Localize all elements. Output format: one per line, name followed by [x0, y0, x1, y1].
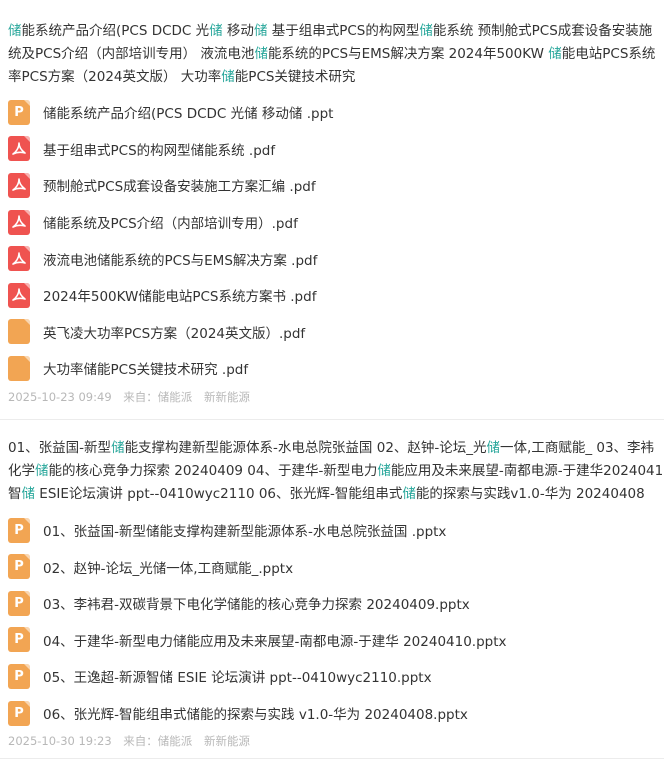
title-text: 率PCS方案（2024英文版） 大功率 — [8, 69, 222, 85]
attachment-name: 03、李袆君-双碳背景下电化学储能的核心竞争力探索 20240409.pptx — [43, 597, 470, 614]
attachment-name: 01、张益国-新型储能支撑构建新型能源体系-水电总院张益国 .pptx — [43, 524, 447, 541]
post-title-line: 率PCS方案（2024英文版） 大功率储能PCS关键技术研究 — [0, 66, 664, 89]
title-text: 能电站PCS系统 — [561, 46, 656, 62]
ppt-file-icon: P — [8, 590, 30, 616]
post-source[interactable]: 来自：储能派 — [123, 734, 192, 748]
post-title-line: 智储 ESIE论坛演讲 ppt--0410wyc2110 06、张光辉-智能组串… — [0, 483, 664, 506]
pdf-file-icon — [8, 282, 30, 308]
post-card: 01、张益国-新型储能支撑构建新型能源体系-水电总院张益国 02、赵钟-论坛_光… — [0, 420, 664, 759]
attachment-name: 04、于建华-新型电力储能应用及未来展望-南都电源-于建华 20240410.p… — [43, 633, 507, 650]
title-text: 能支撑构建新型能源体系-水电总院张益国 02、赵钟-论坛_光 — [124, 439, 487, 456]
post-title[interactable]: 储能系统产品介绍(PCS DCDC 光储 移动储 基于组串式PCS的构网型储能系… — [0, 0, 664, 89]
ppt-file-icon: P — [8, 627, 30, 653]
post-title[interactable]: 01、张益国-新型储能支撑构建新型能源体系-水电总院张益国 02、赵钟-论坛_光… — [0, 420, 664, 506]
attachment-name: 预制舱式PCS成套设备安装施工方案汇编 .pdf — [43, 179, 316, 196]
title-text: 能系统 预制舱式PCS成套设备安装施 — [432, 23, 653, 39]
post-title-line: 储能系统产品介绍(PCS DCDC 光储 移动储 基于组串式PCS的构网型储能系… — [0, 0, 664, 43]
pdf-glyph-icon — [12, 288, 26, 302]
post-title-line: 统及PCS介绍（内部培训专用） 液流电池储能系统的PCS与EMS解决方案 202… — [0, 43, 664, 66]
keyword-highlight: 储 — [402, 485, 416, 502]
attachment-list: P 01、张益国-新型储能支撑构建新型能源体系-水电总院张益国 .pptx P 02… — [0, 512, 664, 732]
attachment-list: P 储能系统产品介绍(PCS DCDC 光储 移动储 .ppt 基于组串式PCS的… — [0, 94, 664, 387]
pdf-glyph-icon — [12, 251, 26, 265]
keyword-highlight: 储 — [221, 69, 235, 85]
post-source[interactable]: 来自：储能派 — [123, 390, 192, 404]
keyword-highlight: 储 — [486, 439, 501, 456]
pdf-file-icon — [8, 209, 30, 235]
attachment-name: 液流电池储能系统的PCS与EMS解决方案 .pdf — [43, 252, 318, 269]
keyword-highlight: 储 — [209, 23, 223, 39]
post-title-line: 化学储能的核心竞争力探索 20240409 04、于建华-新型电力储能应用及未来… — [0, 460, 664, 483]
keyword-highlight: 储 — [35, 462, 49, 479]
attachment-name: 基于组串式PCS的构网型储能系统 .pdf — [43, 142, 276, 159]
pdf-glyph-icon — [12, 215, 26, 228]
pdf-glyph-icon — [12, 142, 26, 155]
attachment-name: 储能系统及PCS介绍（内部培训专用）.pdf — [43, 216, 298, 233]
post-card: 储能系统产品介绍(PCS DCDC 光储 移动储 基于组串式PCS的构网型储能系… — [0, 0, 664, 420]
attachment-item[interactable]: P 03、李袆君-双碳背景下电化学储能的核心竞争力探索 20240409.pptx — [0, 585, 664, 622]
ppt-file-icon: P — [8, 554, 30, 580]
attachment-item[interactable]: 液流电池储能系统的PCS与EMS解决方案 .pdf — [0, 240, 664, 277]
title-text: 01、张益国-新型 — [8, 439, 112, 456]
attachment-name: 英飞凌大功率PCS方案（2024英文版）.pdf — [43, 325, 306, 342]
title-text: 能的核心竞争力探索 20240409 04、于建华-新型电力 — [48, 462, 378, 479]
attachment-name: 06、张光辉-智能组串式储能的探索与实践 v1.0-华为 20240408.pp… — [43, 707, 468, 724]
attachment-item[interactable]: P 06、张光辉-智能组串式储能的探索与实践 v1.0-华为 20240408.p… — [0, 695, 664, 732]
keyword-highlight: 储 — [111, 439, 125, 456]
attachment-item[interactable]: P 04、于建华-新型电力储能应用及未来展望-南都电源-于建华 20240410.… — [0, 622, 664, 659]
attachment-item[interactable]: P 05、王逸超-新源智储 ESIE 论坛演讲 ppt--0410wyc2110.… — [0, 658, 664, 695]
keyword-highlight: 储 — [8, 23, 22, 39]
title-text: 一体,工商赋能_ 03、李袆 — [500, 439, 655, 456]
feed: 储能系统产品介绍(PCS DCDC 光储 移动储 基于组串式PCS的构网型储能系… — [0, 0, 664, 759]
title-text: 能系统的PCS与EMS解决方案 2024年500KW — [267, 46, 549, 62]
attachment-item[interactable]: P 储能系统产品介绍(PCS DCDC 光储 移动储 .ppt — [0, 94, 664, 131]
ppt-file-icon — [8, 319, 30, 345]
ppt-file-icon — [8, 355, 30, 381]
attachment-item[interactable]: 储能系统及PCS介绍（内部培训专用）.pdf — [0, 204, 664, 241]
pdf-file-icon — [8, 172, 30, 198]
attachment-item[interactable]: 英飞凌大功率PCS方案（2024英文版）.pdf — [0, 314, 664, 351]
attachment-name: 大功率储能PCS关键技术研究 .pdf — [43, 362, 249, 379]
post-tag[interactable]: 新新能源 — [204, 734, 250, 748]
post-tag[interactable]: 新新能源 — [204, 390, 250, 404]
post-title-line: 01、张益国-新型储能支撑构建新型能源体系-水电总院张益国 02、赵钟-论坛_光… — [0, 420, 664, 460]
post-meta: 2025-10-23 09:49 来自：储能派 新新能源 — [0, 390, 664, 419]
title-text: 化学 — [8, 462, 35, 479]
pdf-glyph-icon — [12, 178, 26, 192]
attachment-item[interactable]: 基于组串式PCS的构网型储能系统 .pdf — [0, 131, 664, 168]
attachment-name: 05、王逸超-新源智储 ESIE 论坛演讲 ppt--0410wyc2110.p… — [43, 670, 432, 687]
pdf-file-icon — [8, 246, 30, 272]
post-meta: 2025-10-30 19:23 来自：储能派 新新能源 — [0, 734, 664, 758]
title-text: 移动 — [222, 23, 254, 39]
attachment-name: 02、赵钟-论坛_光储一体,工商赋能_.pptx — [43, 560, 294, 577]
keyword-highlight: 储 — [377, 462, 391, 479]
attachment-item[interactable]: P 01、张益国-新型储能支撑构建新型能源体系-水电总院张益国 .pptx — [0, 512, 664, 549]
title-text: ESIE论坛演讲 ppt--0410wyc2110 06、张光辉-智能组串式 — [35, 485, 403, 502]
attachment-item[interactable]: 2024年500KW储能电站PCS系统方案书 .pdf — [0, 277, 664, 314]
title-text: 智 — [8, 485, 22, 502]
attachment-name: 储能系统产品介绍(PCS DCDC 光储 移动储 .ppt — [43, 106, 334, 123]
attachment-item[interactable]: P 02、赵钟-论坛_光储一体,工商赋能_.pptx — [0, 548, 664, 585]
ppt-file-icon: P — [8, 99, 30, 125]
keyword-highlight: 储 — [548, 46, 562, 62]
attachment-item[interactable]: 大功率储能PCS关键技术研究 .pdf — [0, 350, 664, 387]
ppt-file-icon: P — [8, 517, 30, 543]
pdf-file-icon — [8, 136, 30, 162]
keyword-highlight: 储 — [254, 46, 268, 62]
ppt-file-icon: P — [8, 663, 30, 689]
ppt-file-icon: P — [8, 700, 30, 726]
keyword-highlight: 储 — [253, 23, 268, 39]
title-text: 统及PCS介绍（内部培训专用） 液流电池 — [8, 46, 255, 62]
title-text: 能的探索与实践v1.0-华为 20240408 — [415, 485, 645, 502]
title-text: 能PCS关键技术研究 — [234, 69, 356, 85]
attachment-name: 2024年500KW储能电站PCS系统方案书 .pdf — [43, 289, 317, 306]
post-date: 2025-10-23 09:49 — [8, 389, 112, 404]
title-text: 基于组串式PCS的构网型 — [267, 23, 420, 39]
keyword-highlight: 储 — [419, 23, 433, 39]
title-text: 能应用及未来展望-南都电源-于建华20240410 — [390, 462, 664, 479]
post-date: 2025-10-30 19:23 — [8, 734, 112, 749]
keyword-highlight: 储 — [21, 485, 36, 502]
attachment-item[interactable]: 预制舱式PCS成套设备安装施工方案汇编 .pdf — [0, 167, 664, 204]
title-text: 能系统产品介绍(PCS DCDC 光 — [21, 23, 210, 39]
